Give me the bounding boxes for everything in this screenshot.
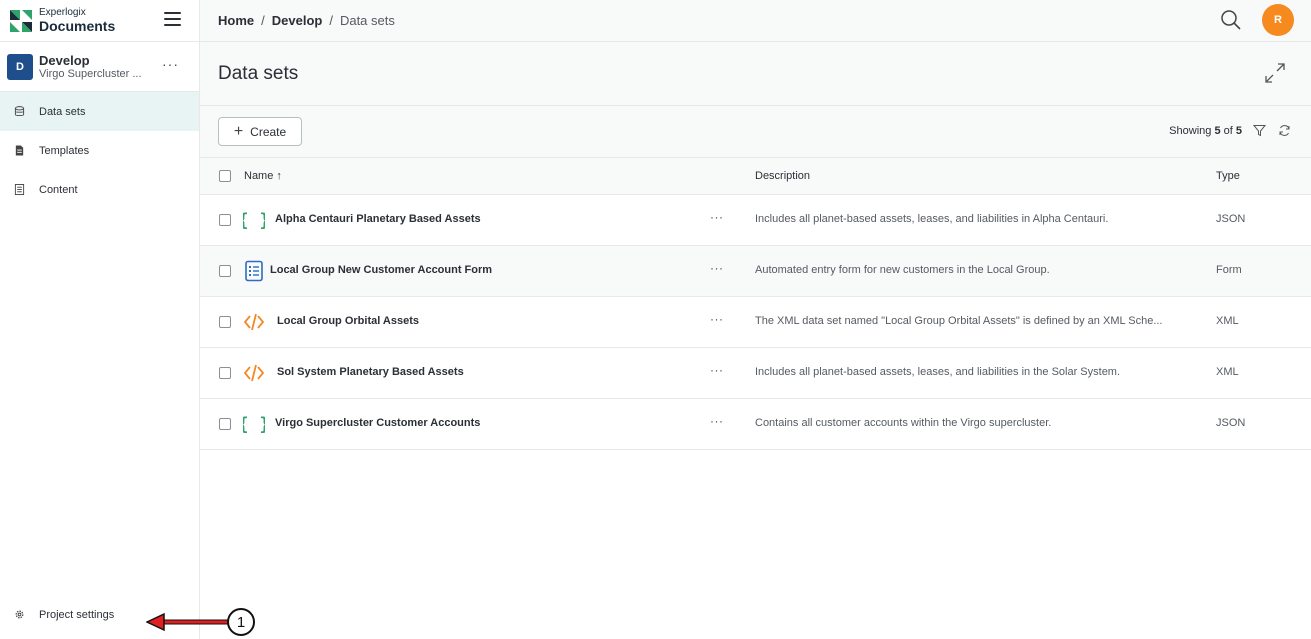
brand-name: Experlogix Documents xyxy=(39,7,116,34)
brand-line1: Experlogix xyxy=(39,7,86,18)
top-bar: Home / Develop / Data sets R xyxy=(200,0,1311,42)
expand-icon[interactable] xyxy=(1264,62,1286,84)
json-icon: { } xyxy=(243,414,265,435)
annotation-number: 1 xyxy=(227,608,255,636)
sidebar-item-templates[interactable]: Templates xyxy=(0,131,199,170)
gear-icon xyxy=(15,610,24,619)
page-title: Data sets xyxy=(218,63,299,84)
dataset-name[interactable]: Local Group New Customer Account Form xyxy=(270,264,492,276)
search-icon[interactable] xyxy=(1220,9,1242,31)
brand-header: Experlogix Documents xyxy=(0,0,199,42)
breadcrumb-current: Data sets xyxy=(339,13,395,28)
sidebar-item-label: Project settings xyxy=(39,608,115,621)
dataset-description: Contains all customer accounts within th… xyxy=(755,417,1052,429)
column-header-type[interactable]: Type xyxy=(1216,170,1240,182)
json-icon: { } xyxy=(243,210,265,231)
dataset-name[interactable]: Sol System Planetary Based Assets xyxy=(277,366,464,378)
annotation-arrow-icon xyxy=(146,612,232,632)
row-more-icon[interactable]: ··· xyxy=(710,312,724,326)
showing-prefix: Showing xyxy=(1169,125,1212,137)
select-all-checkbox[interactable] xyxy=(219,170,231,182)
column-header-description[interactable]: Description xyxy=(755,170,810,182)
create-button[interactable]: + Create xyxy=(218,117,302,146)
table-row[interactable]: { } Alpha Centauri Planetary Based Asset… xyxy=(200,195,1311,246)
row-more-icon[interactable]: ··· xyxy=(710,363,724,377)
row-checkbox[interactable] xyxy=(219,367,231,379)
breadcrumb-develop[interactable]: Develop xyxy=(272,13,323,28)
showing-shown: 5 xyxy=(1214,125,1221,137)
project-avatar: D xyxy=(7,53,33,80)
showing-count: Showing 5 of 5 xyxy=(1169,125,1242,137)
table-row[interactable]: Local Group New Customer Account Form ··… xyxy=(200,246,1311,297)
table-row[interactable]: { } Virgo Supercluster Customer Accounts… xyxy=(200,399,1311,450)
column-name-label: Name xyxy=(244,170,274,182)
dataset-description: Includes all planet-based assets, leases… xyxy=(755,213,1109,225)
project-more-icon[interactable]: ··· xyxy=(162,56,179,72)
row-more-icon[interactable]: ··· xyxy=(710,414,724,428)
breadcrumb-separator: / xyxy=(329,13,333,28)
dataset-description: Includes all planet-based assets, leases… xyxy=(755,366,1121,378)
content-icon xyxy=(14,184,25,195)
table-row[interactable]: Local Group Orbital Assets ··· The XML d… xyxy=(200,297,1311,348)
create-button-label: Create xyxy=(250,124,287,139)
plus-icon: + xyxy=(233,122,244,140)
table-row[interactable]: Sol System Planetary Based Assets ··· In… xyxy=(200,348,1311,399)
brand-line2: Documents xyxy=(39,18,116,34)
database-icon xyxy=(14,106,25,116)
svg-text:{ }: { } xyxy=(243,414,265,435)
project-name: Develop xyxy=(39,52,90,68)
dataset-type: XML xyxy=(1216,315,1239,327)
breadcrumb-home[interactable]: Home xyxy=(218,13,254,28)
sidebar: Experlogix Documents D Develop Virgo Sup… xyxy=(0,0,200,639)
row-more-icon[interactable]: ··· xyxy=(710,261,724,275)
dataset-name[interactable]: Virgo Supercluster Customer Accounts xyxy=(275,417,480,429)
project-selector[interactable]: D Develop Virgo Supercluster ... ··· xyxy=(0,42,199,92)
dataset-name[interactable]: Alpha Centauri Planetary Based Assets xyxy=(275,213,481,225)
table-header: Name ↑ Description Type xyxy=(200,158,1311,195)
sidebar-item-content[interactable]: Content xyxy=(0,170,199,209)
dataset-description: Automated entry form for new customers i… xyxy=(755,264,1050,276)
svg-text:{ }: { } xyxy=(243,210,265,231)
row-checkbox[interactable] xyxy=(219,265,231,277)
page-header: Data sets xyxy=(200,42,1311,106)
row-more-icon[interactable]: ··· xyxy=(710,210,724,224)
row-checkbox[interactable] xyxy=(219,418,231,430)
dataset-description: The XML data set named "Local Group Orbi… xyxy=(755,315,1163,327)
column-header-name[interactable]: Name ↑ xyxy=(244,170,282,182)
toolbar: + Create Showing 5 of 5 xyxy=(200,106,1311,158)
dataset-type: XML xyxy=(1216,366,1239,378)
sidebar-item-data-sets[interactable]: Data sets xyxy=(0,92,199,131)
user-avatar[interactable]: R xyxy=(1262,4,1294,36)
showing-of: of xyxy=(1223,125,1233,137)
sort-ascending-icon: ↑ xyxy=(276,170,282,182)
data-sets-table: Name ↑ Description Type { } Alpha Centau… xyxy=(200,158,1311,450)
form-icon xyxy=(245,260,263,282)
experlogix-logo-icon xyxy=(10,9,32,32)
row-checkbox[interactable] xyxy=(219,316,231,328)
refresh-icon[interactable] xyxy=(1278,124,1291,137)
hamburger-menu-icon[interactable] xyxy=(164,12,181,26)
sidebar-item-label: Data sets xyxy=(39,105,86,118)
filter-icon[interactable] xyxy=(1253,124,1266,137)
sidebar-item-label: Templates xyxy=(39,144,90,157)
sidebar-item-label: Content xyxy=(39,183,78,196)
dataset-type: JSON xyxy=(1216,417,1246,429)
project-subtitle: Virgo Supercluster ... xyxy=(39,67,142,80)
dataset-type: Form xyxy=(1216,264,1242,276)
dataset-name[interactable]: Local Group Orbital Assets xyxy=(277,315,419,327)
breadcrumb-separator: / xyxy=(261,13,265,28)
showing-total: 5 xyxy=(1235,125,1242,137)
file-icon xyxy=(15,145,24,156)
dataset-type: JSON xyxy=(1216,213,1246,225)
xml-icon xyxy=(243,313,265,331)
xml-icon xyxy=(243,364,265,382)
row-checkbox[interactable] xyxy=(219,214,231,226)
